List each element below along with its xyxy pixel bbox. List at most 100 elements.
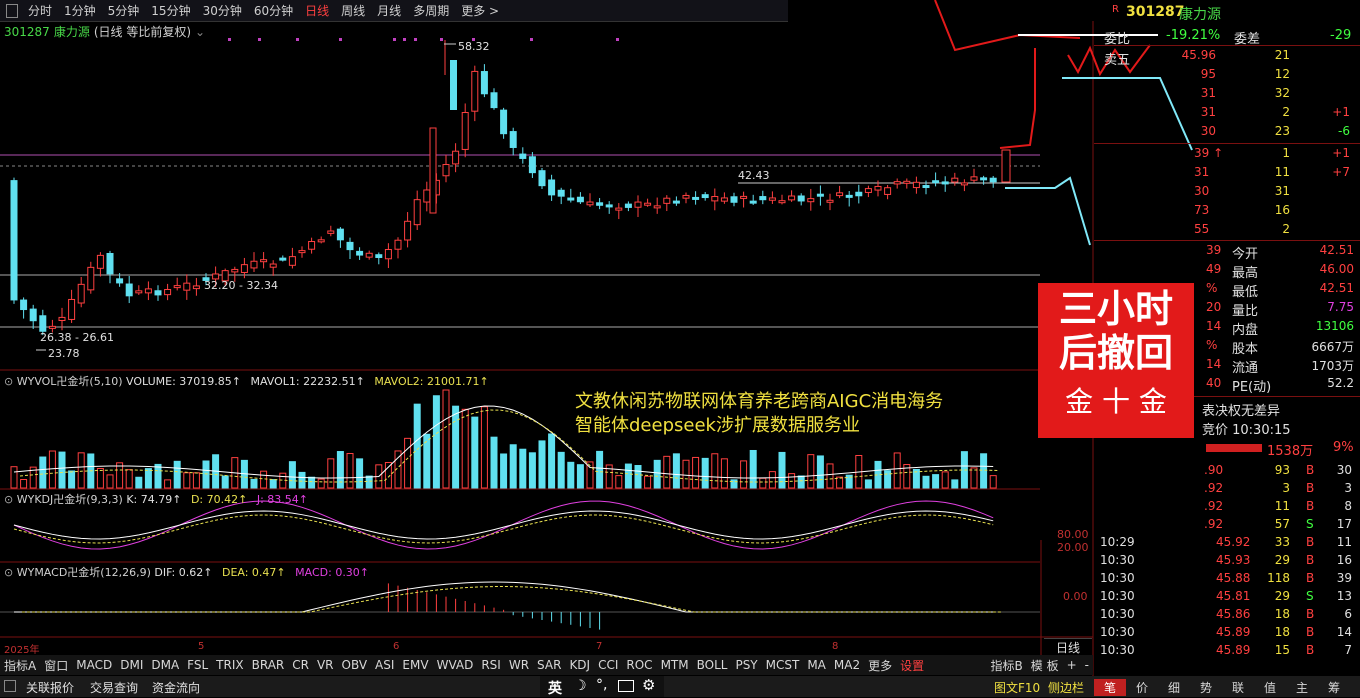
- indicator-tab[interactable]: MACD: [72, 658, 116, 672]
- sidebar-button[interactable]: 侧边栏: [1048, 679, 1084, 696]
- candle-body: [192, 285, 200, 290]
- tick-volume: 29: [1274, 589, 1290, 603]
- candle-body: [20, 299, 28, 311]
- indicator-right-button[interactable]: +: [1063, 658, 1081, 672]
- indicator-icon[interactable]: ⊙: [4, 375, 13, 388]
- indicator-tab[interactable]: RSI: [477, 658, 505, 672]
- ask-price: 95: [1200, 67, 1216, 81]
- signal-dot: [296, 38, 299, 41]
- period-label[interactable]: 日线: [1044, 638, 1092, 655]
- indicator-right-button[interactable]: 指标B: [987, 657, 1027, 674]
- indicator-right-button[interactable]: -: [1081, 658, 1093, 672]
- bid-volume: 11: [1274, 165, 1290, 179]
- indicator-tab[interactable]: ROC: [622, 658, 656, 672]
- candle-body: [989, 177, 997, 183]
- trade-query-button[interactable]: 交易查询: [90, 679, 138, 696]
- candle-body: [250, 260, 258, 269]
- indicator-tab[interactable]: 更多: [864, 657, 896, 674]
- ime-mode[interactable]: 英: [548, 678, 562, 698]
- mavol1-value: MAVOL1: 22232.51↑: [250, 375, 365, 388]
- indicator-tab[interactable]: MA2: [830, 658, 864, 672]
- right-panel-tab[interactable]: 筹: [1318, 679, 1350, 696]
- related-quotes-button[interactable]: 关联报价: [26, 679, 74, 696]
- indicator-tab[interactable]: MTM: [657, 658, 693, 672]
- keyboard-icon[interactable]: [618, 680, 634, 692]
- punctuation-icon[interactable]: °,: [596, 677, 607, 693]
- tick-volume: 18: [1274, 625, 1290, 639]
- gear-icon[interactable]: ⚙: [642, 676, 655, 694]
- indicator-tab[interactable]: MA: [803, 658, 830, 672]
- indicator-right-button[interactable]: 模 板: [1027, 657, 1063, 674]
- indicator-tab[interactable]: VR: [313, 658, 338, 672]
- right-panel-tab[interactable]: 联: [1222, 679, 1254, 696]
- macd-dif-line: [14, 581, 994, 613]
- stat-row: 40 PE(动) 52.2: [1094, 376, 1360, 395]
- ask-volume: 21: [1274, 48, 1290, 62]
- indicator-tab[interactable]: MCST: [762, 658, 804, 672]
- right-panel-tab[interactable]: 主: [1286, 679, 1318, 696]
- indicator-tab[interactable]: OBV: [338, 658, 372, 672]
- right-panel-tab[interactable]: 势: [1190, 679, 1222, 696]
- right-panel-tab[interactable]: 细: [1158, 679, 1190, 696]
- indicator-tab[interactable]: DMI: [116, 658, 147, 672]
- stat-value: 7.75: [1327, 300, 1354, 314]
- stat-label: 股本: [1232, 342, 1259, 357]
- moon-icon[interactable]: ☽: [574, 678, 587, 694]
- candle-body: [797, 195, 805, 202]
- tick-side: B: [1306, 607, 1315, 621]
- volume-bar: [346, 453, 354, 489]
- volume-bar: [548, 433, 556, 489]
- indicator-name: WYVOL卍金圻(5,10): [16, 375, 123, 388]
- fund-flow-button[interactable]: 资金流向: [152, 679, 200, 696]
- indicator-tab[interactable]: DMA: [147, 658, 183, 672]
- tick-price: 45.88: [1216, 571, 1251, 585]
- indicator-tab[interactable]: KDJ: [565, 658, 594, 672]
- indicator-icon[interactable]: ⊙: [4, 493, 13, 506]
- indicator-tab[interactable]: BOLL: [693, 658, 732, 672]
- volume-bar: [519, 448, 527, 489]
- tick-count: 17: [1336, 517, 1352, 531]
- f10-button[interactable]: 图文F10: [994, 679, 1040, 696]
- indicator-tab[interactable]: 设置: [896, 657, 928, 674]
- right-panel-tab[interactable]: 笔: [1094, 679, 1126, 696]
- indicator-tab[interactable]: CR: [288, 658, 313, 672]
- candle-body: [269, 263, 277, 268]
- indicator-tab[interactable]: PSY: [731, 658, 761, 672]
- indicator-tab[interactable]: SAR: [533, 658, 565, 672]
- indicator-tab[interactable]: FSL: [183, 658, 212, 672]
- indicator-tab[interactable]: WVAD: [433, 658, 478, 672]
- volume-bar: [538, 440, 546, 489]
- volume-bar: [941, 471, 949, 489]
- indicator-tab[interactable]: BRAR: [248, 658, 289, 672]
- right-panel-tab[interactable]: 值: [1254, 679, 1286, 696]
- tick-side: B: [1306, 463, 1315, 477]
- stat-fragment: 39: [1206, 243, 1222, 257]
- volume-bar: [221, 475, 229, 489]
- indicator-icon[interactable]: ⊙: [4, 566, 13, 579]
- candle-body: [423, 189, 431, 203]
- status-bar: 关联报价 交易查询 资金流向 英 ☽ °, ⚙ 图文F10 侧边栏 笔价细势联值…: [0, 676, 1360, 697]
- volume-bar: [922, 475, 930, 489]
- candle-body: [644, 202, 652, 206]
- candle-body: [576, 196, 584, 203]
- tick-price: .92: [1204, 517, 1224, 531]
- indicator-tab[interactable]: CCI: [594, 658, 622, 672]
- candle-body: [653, 205, 661, 209]
- indicator-tab[interactable]: WR: [505, 658, 533, 672]
- volume-bar: [807, 454, 815, 489]
- indicator-tab[interactable]: 指标A: [0, 657, 40, 674]
- indicator-tab[interactable]: 窗口: [40, 657, 72, 674]
- tick-price: .92: [1204, 481, 1224, 495]
- right-panel-tab[interactable]: 价: [1126, 679, 1158, 696]
- candle-body: [634, 201, 642, 208]
- ask-row: 31 32: [1094, 86, 1360, 104]
- panel-toggle-icon[interactable]: [4, 680, 16, 692]
- stat-label: 量比: [1232, 304, 1259, 319]
- indicator-tab[interactable]: EMV: [398, 658, 432, 672]
- indicator-tab[interactable]: TRIX: [212, 658, 247, 672]
- volume-bar: [692, 456, 700, 489]
- indicator-tab[interactable]: ASI: [371, 658, 398, 672]
- tick-row: 10:29 45.92 33 B 11: [1094, 535, 1360, 553]
- tick-volume: 11: [1274, 499, 1290, 513]
- candle-body: [429, 127, 437, 214]
